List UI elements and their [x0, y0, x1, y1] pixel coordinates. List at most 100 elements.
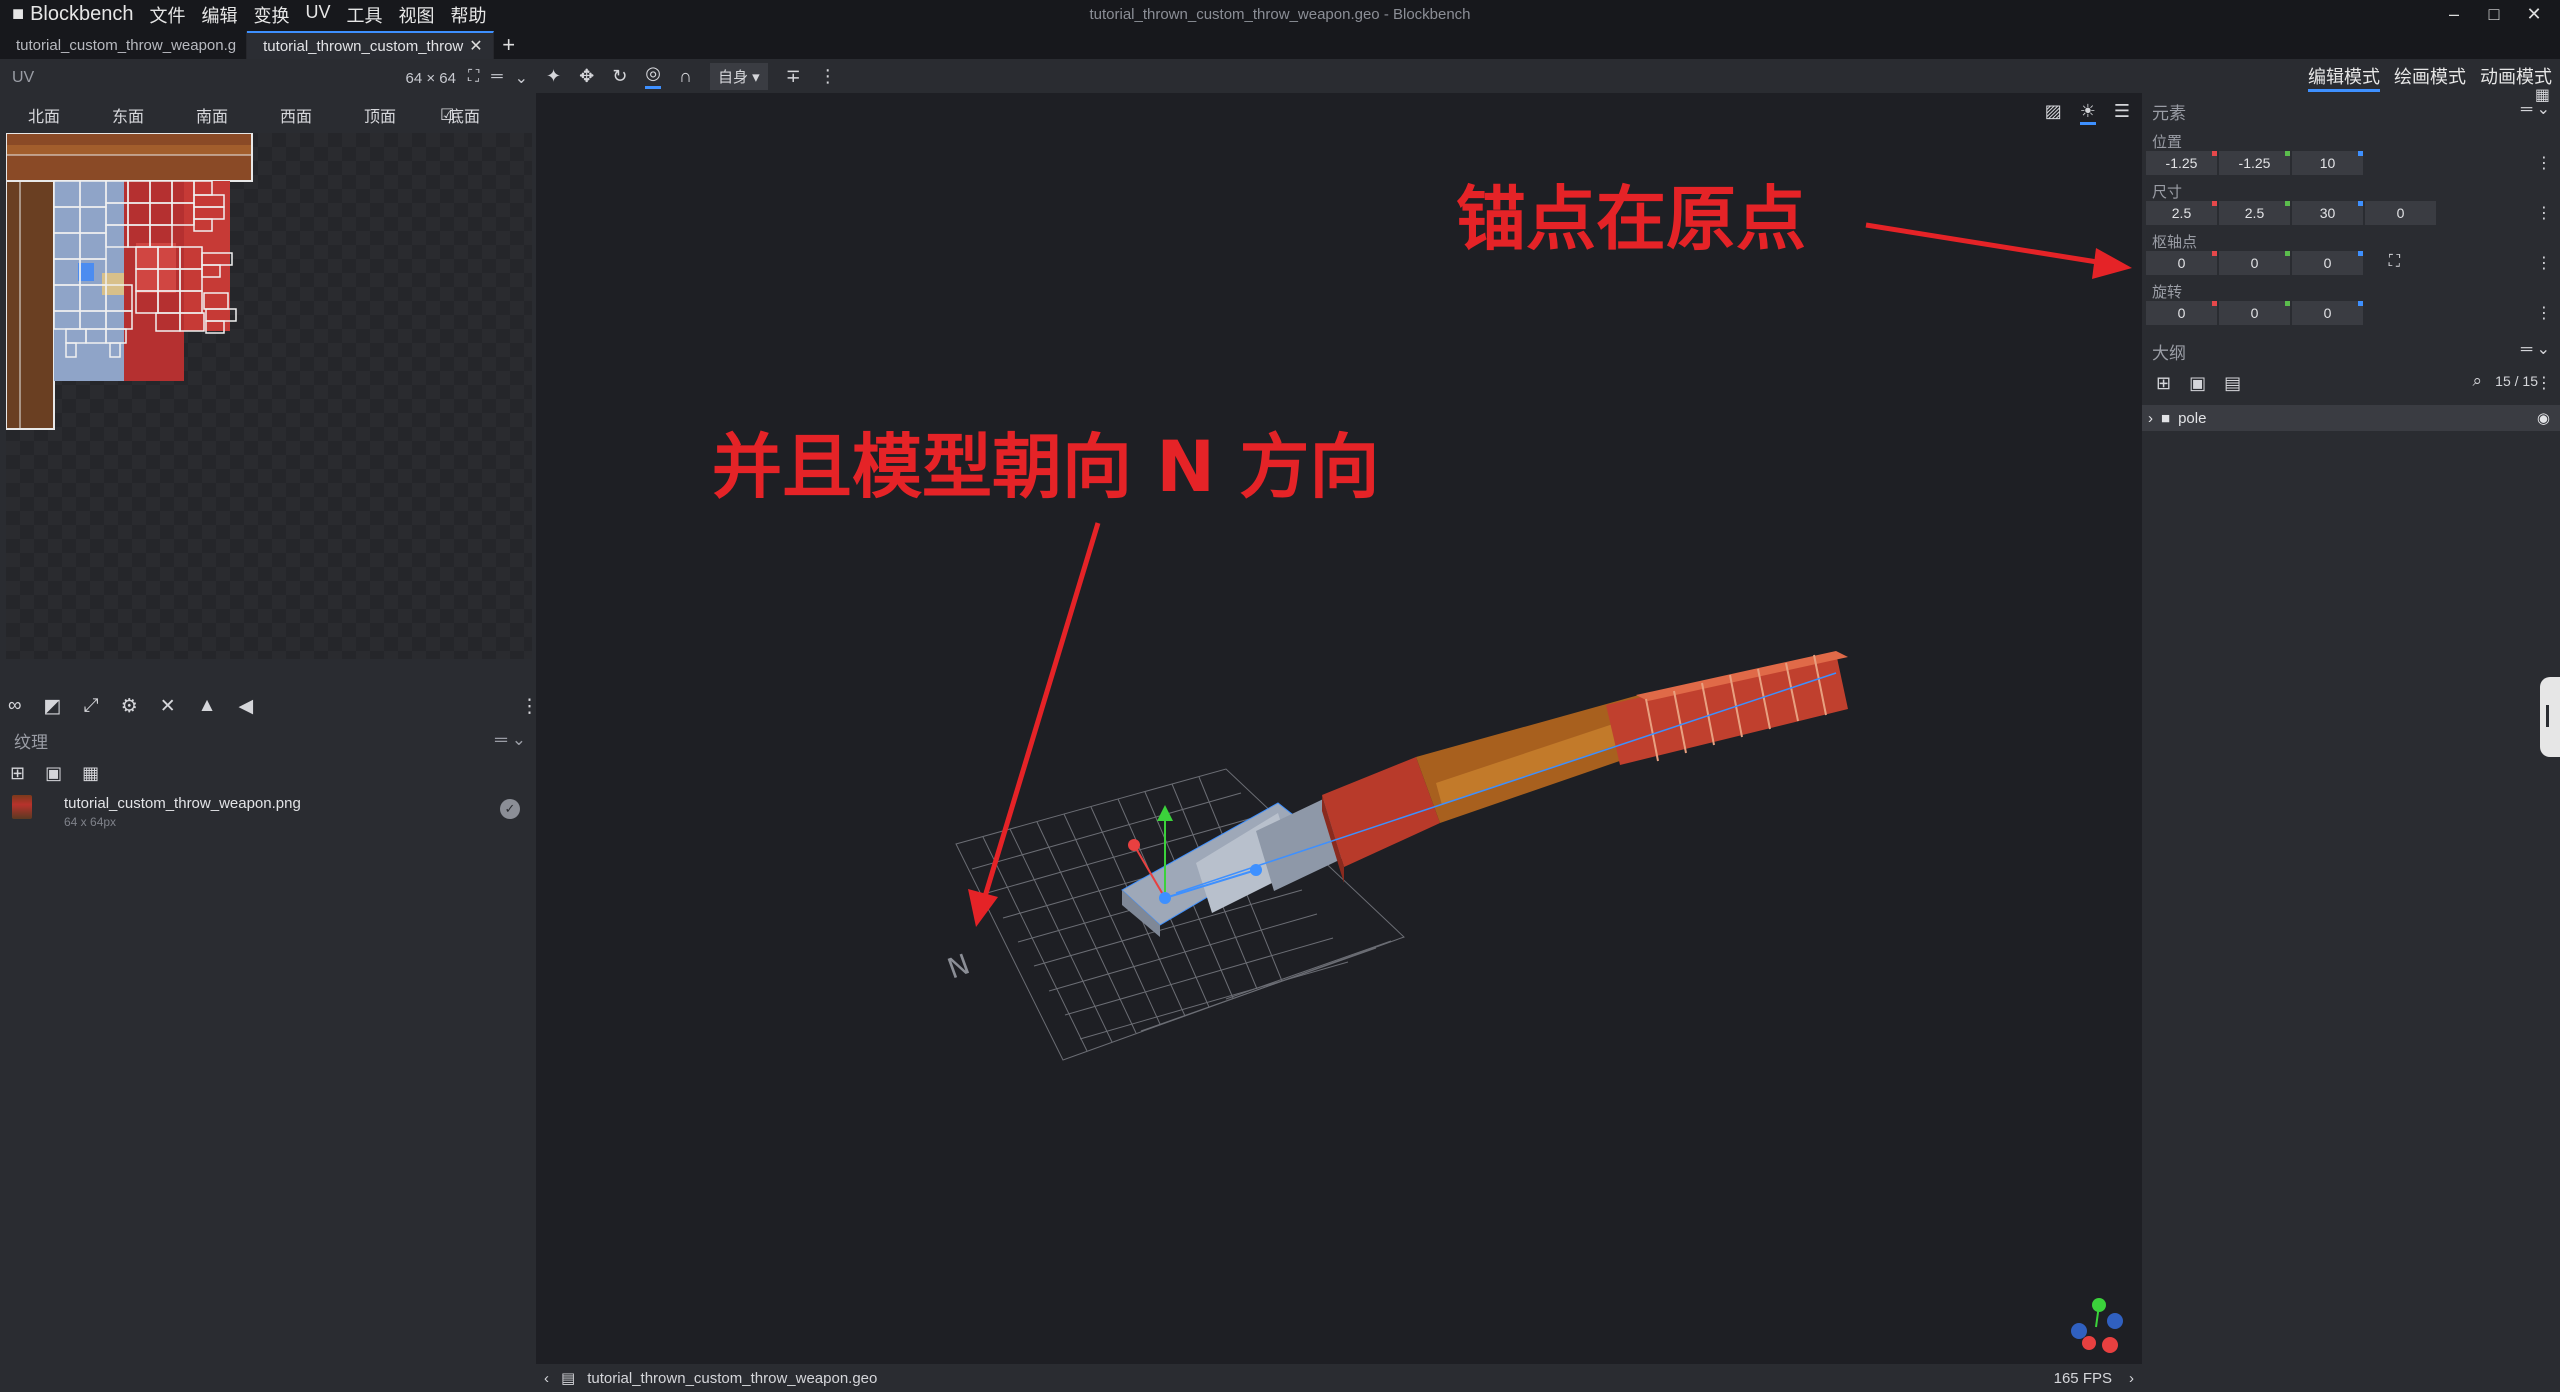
axis-gizmo-corner — [2071, 1298, 2123, 1353]
face-tab-south[interactable]: 南面 — [196, 103, 280, 127]
outliner-count: 15 / 15 — [2495, 373, 2538, 389]
vertex-snap-icon[interactable]: ∩ — [679, 66, 692, 87]
outliner-item-label: pole — [2178, 409, 2207, 427]
uv-editor-canvas[interactable] — [5, 132, 532, 659]
panel-menu-icon[interactable]: ═ ⌄ — [495, 730, 526, 750]
menu-edit[interactable]: 编辑 — [202, 2, 238, 28]
more-vertical-icon[interactable]: ⋮ — [819, 66, 837, 87]
app-name: Blockbench — [30, 3, 134, 25]
face-tab-east[interactable]: 东面 — [112, 103, 196, 127]
uv-texture-preview — [5, 132, 253, 430]
scene-render: N — [943, 222, 2132, 1353]
texture-item[interactable]: tutorial_custom_throw_weapon.png 64 x 64… — [0, 787, 536, 829]
texture-name: tutorial_custom_throw_weapon.png — [64, 795, 301, 812]
pivot-tool-icon[interactable]: ◎ — [645, 63, 661, 89]
uv-toolbar: ∞ ◩ ⤢ ⚙ ✕ ▲ ◀ ⋮ — [8, 695, 539, 718]
uv-panel-header: UV 64 × 64 ⛶ ═ ⌄ — [0, 59, 536, 97]
check-circle-icon[interactable]: ✓ — [500, 799, 520, 819]
fill-icon[interactable]: ◩ — [44, 695, 62, 718]
right-panel: 编辑模式 绘画模式 动画模式 ▦ 元素 ═ ⌄ 位置 -1.25 -1.25 1… — [2142, 59, 2560, 1392]
menu-file[interactable]: 文件 — [150, 2, 186, 28]
folder-icon: ■ — [2161, 409, 2171, 427]
mirror-y-icon[interactable]: ◀ — [238, 695, 253, 718]
viewport-toolbar: ✦ ✥ ↻ ◎ ∩ 自身 ▾ ∓ ⋮ — [536, 59, 2142, 93]
file-icon: ▤ — [561, 1370, 576, 1387]
menu-tools[interactable]: 工具 — [347, 2, 383, 28]
gear-icon[interactable]: ⚙ — [121, 695, 138, 718]
status-bar: ‹ ▤ tutorial_thrown_custom_throw_weapon.… — [536, 1364, 2142, 1392]
annotation-arrows — [968, 222, 2132, 927]
panel-menu-icon[interactable]: ═ ⌄ — [2521, 99, 2550, 119]
close-icon[interactable]: ✕ — [2514, 0, 2554, 29]
face-tab-up[interactable]: 顶面 — [364, 103, 448, 127]
chevron-right-icon[interactable]: › — [2148, 410, 2153, 427]
menu-uv[interactable]: UV — [306, 2, 331, 28]
tab-project-1[interactable]: tutorial_custom_throw_weapon.g — [0, 31, 248, 59]
texture-thumbnail — [12, 795, 32, 819]
transform-space-value: 自身 — [717, 68, 748, 86]
move-pivot-icon[interactable]: ✦ — [546, 66, 561, 87]
clear-icon[interactable]: ✕ — [160, 695, 176, 718]
import-texture-icon[interactable]: ▣ — [45, 763, 62, 784]
texture-grid-icon[interactable]: ▦ — [82, 763, 99, 784]
maximize-icon[interactable]: □ — [2474, 0, 2514, 29]
add-group-icon[interactable]: ▣ — [2189, 373, 2206, 394]
menu-bar: 文件 编辑 变换 UV 工具 视图 帮助 — [150, 2, 487, 28]
uv-title: UV — [12, 69, 35, 86]
fullscreen-icon[interactable]: ⛶ — [468, 68, 479, 88]
texture-toolbar: ⊞ ▣ ▦ — [10, 763, 99, 784]
menu-transform[interactable]: 变换 — [254, 2, 290, 28]
snap-icon[interactable]: ∓ — [786, 66, 801, 87]
chevron-down-icon[interactable]: ⌄ — [515, 68, 528, 88]
fps-counter: 165 FPS — [2053, 1369, 2112, 1387]
menu-view[interactable]: 视图 — [399, 2, 435, 28]
app-logo: ■ Blockbench — [0, 3, 134, 26]
mode-selector: 编辑模式 绘画模式 动画模式 — [2308, 63, 2552, 92]
menu-help[interactable]: 帮助 — [451, 2, 487, 28]
tab-label: tutorial_custom_throw_weapon.g — [16, 36, 237, 54]
blockbench-icon: ■ — [12, 3, 25, 25]
annotation-direction-note: 并且模型朝向 N 方向 — [712, 426, 1380, 508]
face-tab-west[interactable]: 西面 — [280, 103, 364, 127]
panel-resize-handle[interactable] — [2540, 677, 2560, 757]
tab-label: tutorial_thrown_custom_throw — [263, 37, 464, 55]
search-icon[interactable]: ⌕ — [2472, 371, 2482, 391]
add-tab-icon[interactable]: + — [494, 31, 524, 59]
tab-bar: tutorial_custom_throw_weapon.g tutorial_… — [0, 29, 2560, 59]
checklist-icon[interactable]: ☑ — [440, 105, 524, 125]
close-tab-icon[interactable]: ✕ — [469, 36, 482, 56]
transform-space-select[interactable]: 自身 ▾ — [709, 62, 768, 90]
north-indicator: N — [943, 947, 974, 985]
outliner-toolbar: ⊞ ▣ ▤ — [2156, 373, 2241, 394]
annotation-pivot-note: 锚点在原点 — [1456, 178, 1806, 260]
mirror-x-icon[interactable]: ▲ — [198, 695, 217, 718]
link-icon[interactable]: ∞ — [8, 695, 22, 718]
collapse-all-icon[interactable]: ▤ — [2224, 373, 2241, 394]
mode-paint[interactable]: 绘画模式 — [2394, 63, 2466, 92]
add-cube-icon[interactable]: ⊞ — [2156, 373, 2171, 394]
hamburger-menu-icon[interactable]: ☰ — [2114, 101, 2130, 125]
mode-edit[interactable]: 编辑模式 — [2308, 63, 2380, 92]
more-vertical-icon[interactable]: ⋮ — [2536, 373, 2552, 393]
weapon-model — [1121, 651, 1848, 937]
3d-viewport[interactable]: ▨ ☀ ☰ N 锚点在原点 并且模型朝向 N 方向 — [536, 93, 2142, 1364]
eye-icon[interactable]: ◉ — [2537, 409, 2550, 427]
chevron-right-icon[interactable]: › — [2129, 1370, 2134, 1387]
outliner-item-pole[interactable]: › ■ pole ◉ — [2142, 405, 2560, 431]
image-icon[interactable]: ▨ — [2045, 101, 2062, 125]
chevron-left-icon[interactable]: ‹ — [544, 1370, 549, 1387]
panel-menu-icon[interactable]: ═ — [491, 68, 502, 88]
title-bar: ■ Blockbench 文件 编辑 变换 UV 工具 视图 帮助 tutori… — [0, 0, 2560, 29]
minimize-icon[interactable]: – — [2434, 0, 2474, 29]
uv-size: 64 × 64 — [405, 69, 456, 87]
tab-project-2[interactable]: tutorial_thrown_custom_throw ✕ — [247, 31, 494, 59]
maximize-uv-icon[interactable]: ⤢ — [84, 695, 99, 718]
texture-panel-header: 纹理 ═ ⌄ — [0, 725, 536, 755]
lighting-icon[interactable]: ☀ — [2079, 101, 2096, 125]
add-texture-icon[interactable]: ⊞ — [10, 763, 25, 784]
rotate-icon[interactable]: ↻ — [612, 66, 627, 87]
texture-panel-title: 纹理 — [14, 732, 48, 752]
texture-dimensions: 64 x 64px — [64, 815, 117, 829]
move-icon[interactable]: ✥ — [579, 66, 594, 87]
face-tab-north[interactable]: 北面 — [28, 103, 112, 127]
